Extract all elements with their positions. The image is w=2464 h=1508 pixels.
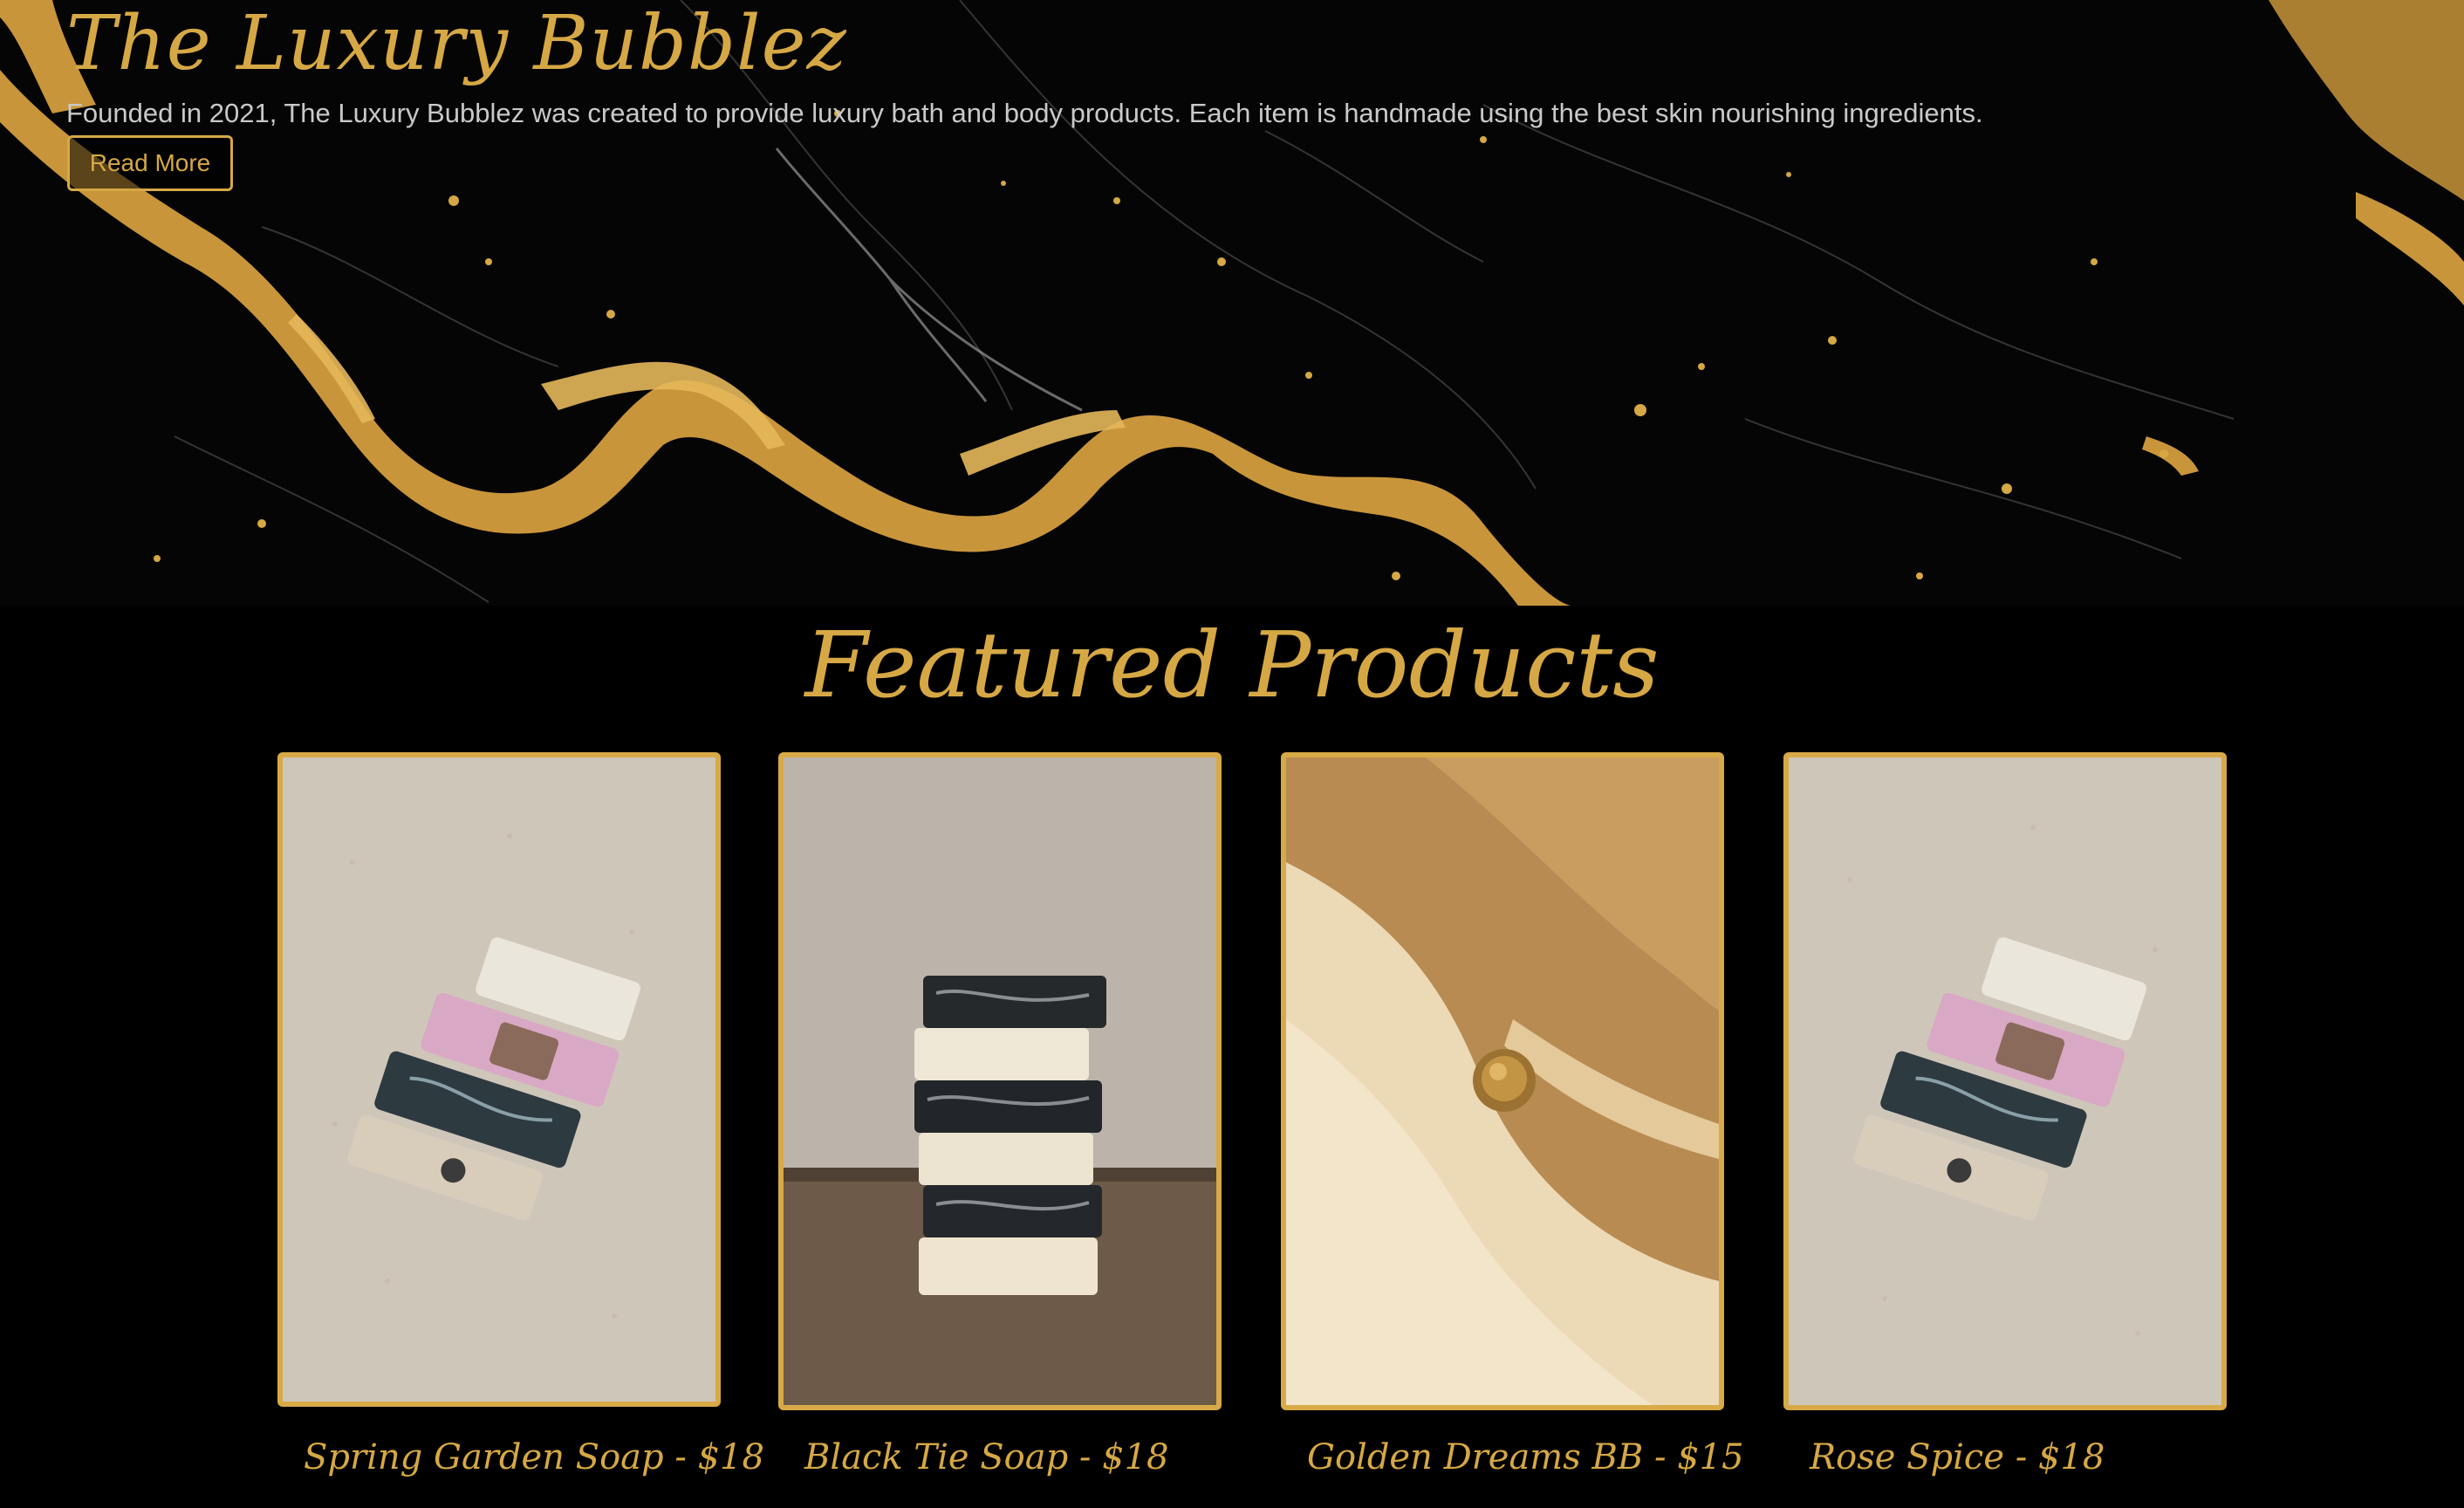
product-image-black-tie-soap (784, 757, 1216, 1405)
gold-marble-background (0, 0, 2464, 606)
product-card-spring-garden-soap[interactable] (277, 752, 721, 1407)
page: The Luxury Bubblez Founded in 2021, The … (0, 0, 2464, 1508)
product-card-rose-spice[interactable] (1783, 752, 2227, 1410)
site-title: The Luxury Bubblez (66, 0, 847, 87)
featured-products-heading: Featured Products (804, 612, 1660, 718)
product-card-golden-dreams-bb[interactable] (1281, 752, 1724, 1410)
product-caption-golden-dreams-bb[interactable]: Golden Dreams BB - $15 (1307, 1431, 1744, 1484)
product-image-spring-garden-soap (283, 757, 715, 1402)
read-more-button[interactable]: Read More (67, 135, 233, 191)
product-card-black-tie-soap[interactable] (778, 752, 1222, 1410)
hero-banner: The Luxury Bubblez Founded in 2021, The … (0, 0, 2464, 606)
product-image-golden-dreams-bb (1286, 757, 1719, 1405)
product-image-rose-spice (1789, 757, 2221, 1405)
product-caption-black-tie-soap[interactable]: Black Tie Soap - $18 (804, 1431, 1168, 1484)
site-description: Founded in 2021, The Luxury Bubblez was … (66, 98, 1983, 128)
product-caption-rose-spice[interactable]: Rose Spice - $18 (1810, 1431, 2105, 1484)
product-caption-spring-garden-soap[interactable]: Spring Garden Soap - $18 (304, 1431, 764, 1484)
